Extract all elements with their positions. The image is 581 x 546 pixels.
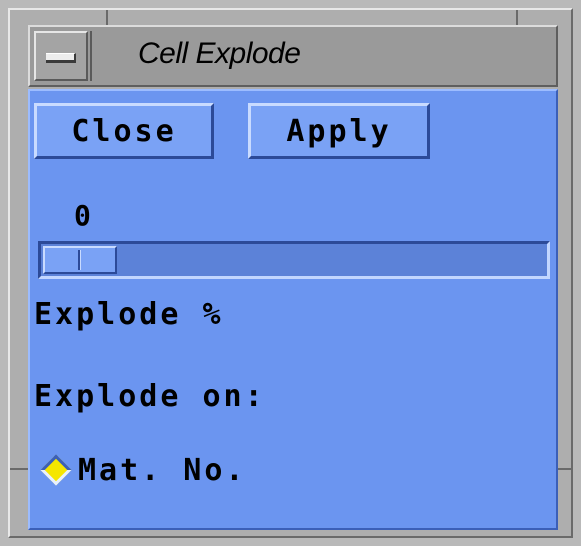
explode-percent-label: Explode % [34, 297, 224, 332]
explode-scale-trough[interactable] [38, 241, 550, 279]
window-menu-icon [46, 53, 76, 63]
explode-scale-value: 0 [74, 199, 91, 232]
title-divider [90, 31, 92, 81]
title-bar[interactable]: Cell Explode [28, 25, 558, 87]
mat-no-toggle[interactable]: Mat. No. [38, 445, 247, 495]
mat-no-toggle-label: Mat. No. [78, 452, 247, 488]
slider-notch [78, 250, 81, 270]
close-button[interactable]: Close [34, 103, 214, 159]
diamond-indicator [40, 454, 72, 486]
frame-resize-handle[interactable] [10, 468, 30, 470]
apply-button[interactable]: Apply [248, 103, 430, 159]
dialog-body: Close Apply 0 Explode % Explode on: Mat.… [28, 89, 558, 530]
diamond-toggle-icon[interactable] [38, 452, 74, 488]
window-menu-button[interactable] [34, 31, 88, 81]
window-title: Cell Explode [138, 37, 301, 70]
explode-scale-slider[interactable] [43, 246, 117, 274]
explode-on-label: Explode on: [34, 379, 266, 414]
